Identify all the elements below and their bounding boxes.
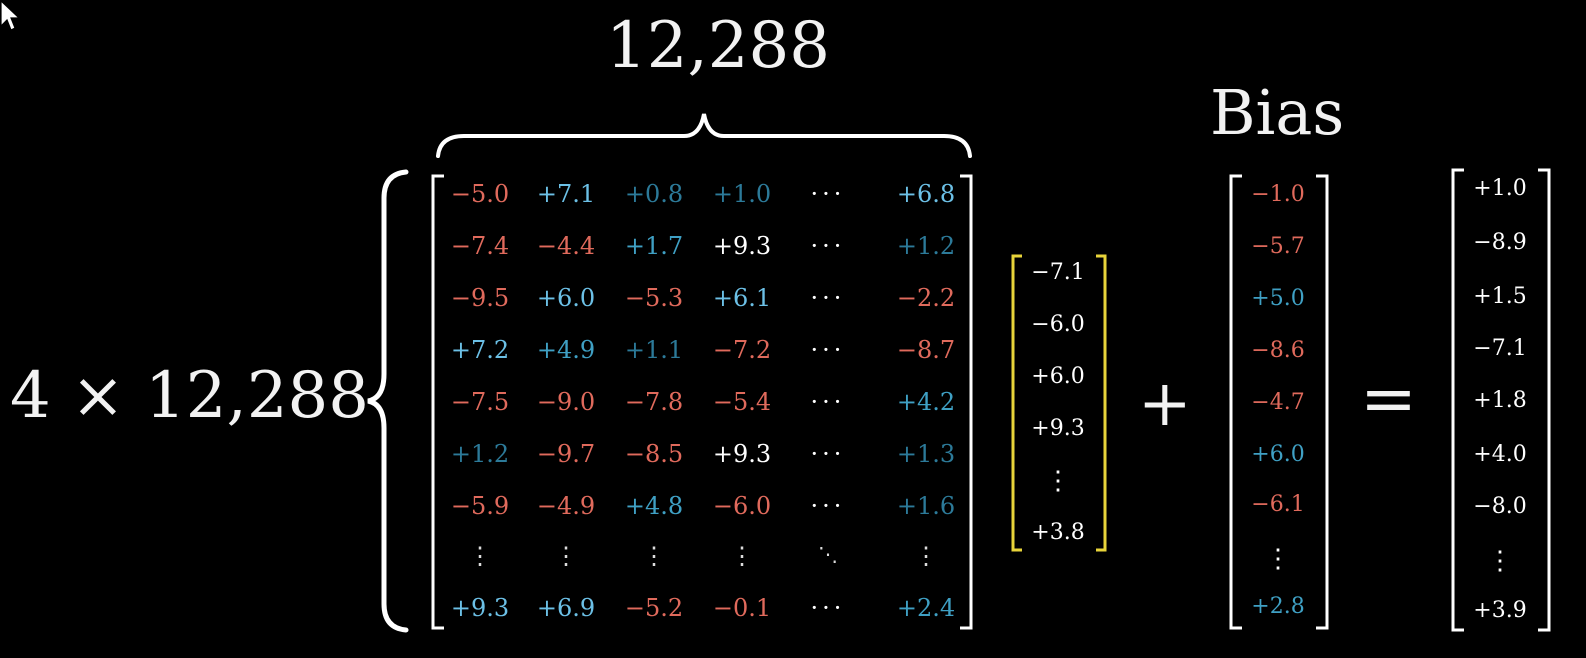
matrix-cell: ··· (810, 388, 846, 416)
output-vector-entry: +1.0 (1473, 176, 1527, 201)
output-vector-entry: ⋮ (1487, 546, 1513, 576)
matrix-cell: +7.2 (450, 336, 510, 364)
bias-vector-entry: −8.6 (1251, 338, 1305, 363)
bias-vector-entry: −4.7 (1251, 390, 1305, 415)
input-vector-left-bracket (1011, 254, 1022, 552)
matrix-vertical-dots: ⋮ (730, 542, 754, 570)
matrix-cell: +1.3 (896, 440, 956, 468)
matrix-cell: −5.4 (712, 388, 772, 416)
matrix-cell: −6.0 (712, 492, 772, 520)
input-vector-entry: +9.3 (1031, 416, 1085, 441)
matrix-cell: −4.9 (536, 492, 596, 520)
matrix-cell: +4.8 (624, 492, 684, 520)
matrix-cell: −8.5 (624, 440, 684, 468)
matrix-cell: +1.1 (624, 336, 684, 364)
output-vector-entry: −8.0 (1473, 494, 1527, 519)
matrix-cell: −9.5 (450, 284, 510, 312)
matrix-cell: +0.8 (624, 180, 684, 208)
input-vector-entry: +3.8 (1031, 520, 1085, 545)
bias-vector-entry: +5.0 (1251, 286, 1305, 311)
matrix-cell: −7.5 (450, 388, 510, 416)
matrix-cell: +1.2 (896, 232, 956, 260)
matrix-cell: +9.3 (712, 232, 772, 260)
bias-vector-entry: +2.8 (1251, 594, 1305, 619)
matrix-diagonal-dots: ⋱ (818, 542, 838, 566)
matrix-cell: −5.2 (624, 594, 684, 622)
matrix-vertical-dots: ⋮ (642, 542, 666, 570)
matrix-cell: ··· (810, 336, 846, 364)
input-vector-right-bracket (1096, 254, 1107, 552)
matrix-cell: −7.2 (712, 336, 772, 364)
input-vector-entry: −7.1 (1031, 260, 1085, 285)
output-vector-entry: +3.9 (1473, 598, 1527, 623)
matrix-cell: +9.3 (712, 440, 772, 468)
matrix-cell: −9.0 (536, 388, 596, 416)
matrix-cell: −5.9 (450, 492, 510, 520)
matrix-cell: −4.4 (536, 232, 596, 260)
bias-vector-entry: ⋮ (1265, 544, 1291, 574)
output-vector-entry: +1.5 (1473, 284, 1527, 309)
matrix-cell: ··· (810, 284, 846, 312)
matrix-cell: +1.0 (712, 180, 772, 208)
matrix-cell: +4.2 (896, 388, 956, 416)
matrix-cell: ··· (810, 492, 846, 520)
output-vector-entry: +4.0 (1473, 442, 1527, 467)
matrix-cell: −7.8 (624, 388, 684, 416)
mouse-cursor-icon (0, 0, 21, 31)
input-vector-entry: +6.0 (1031, 364, 1085, 389)
matrix-cell: −2.2 (896, 284, 956, 312)
matrix-cell: +1.7 (624, 232, 684, 260)
matrix-vertical-dots: ⋮ (468, 542, 492, 570)
matrix-cell: +6.1 (712, 284, 772, 312)
matrix-cell: +6.0 (536, 284, 596, 312)
output-vector-entry: +1.8 (1473, 388, 1527, 413)
matrix-cell: −7.4 (450, 232, 510, 260)
column-count-label: 12,288 (606, 9, 830, 83)
matrix-cell: −5.0 (450, 180, 510, 208)
bias-label: Bias (1210, 76, 1345, 149)
matrix-cell: +2.4 (896, 594, 956, 622)
bias-vector-entry: −5.7 (1251, 234, 1305, 259)
matrix-cell: ··· (810, 180, 846, 208)
input-vector-entry: ⋮ (1045, 466, 1071, 496)
bias-vector-entry: +6.0 (1251, 442, 1305, 467)
matrix-cell: −9.7 (536, 440, 596, 468)
row-brace (367, 169, 409, 633)
matrix-cell: ··· (810, 232, 846, 260)
column-brace (436, 113, 972, 158)
matrix-cell: −0.1 (712, 594, 772, 622)
bias-vector-entry: −1.0 (1251, 182, 1305, 207)
equals-sign: = (1360, 360, 1417, 439)
matrix-cell: +6.8 (896, 180, 956, 208)
matrix-dimension-label: 4 × 12,288 (10, 359, 369, 433)
matrix-cell: +9.3 (450, 594, 510, 622)
output-vector-entry: −7.1 (1473, 336, 1527, 361)
matrix-cell: ··· (810, 594, 846, 622)
matrix-cell: −5.3 (624, 284, 684, 312)
matrix-cell: +1.6 (896, 492, 956, 520)
output-vector-entry: −8.9 (1473, 230, 1527, 255)
matrix-cell: +1.2 (450, 440, 510, 468)
matrix-vertical-dots: ⋮ (914, 542, 938, 570)
input-vector-entry: −6.0 (1031, 312, 1085, 337)
matrix-cell: +7.1 (536, 180, 596, 208)
matrix-cell: −8.7 (896, 336, 956, 364)
matrix-cell: +6.9 (536, 594, 596, 622)
matrix-cell: +4.9 (536, 336, 596, 364)
plus-sign: + (1138, 367, 1192, 441)
bias-vector-entry: −6.1 (1251, 492, 1305, 517)
matrix-cell: ··· (810, 440, 846, 468)
diagram-canvas: 12,288 4 × 12,288 −5.0 +7.1 +0.8 +1.0 ··· +6.… (0, 0, 1586, 658)
matrix-vertical-dots: ⋮ (554, 542, 578, 570)
